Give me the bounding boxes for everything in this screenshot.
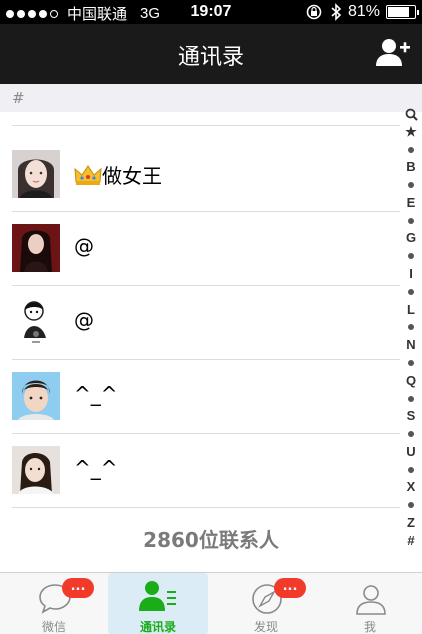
index-letter[interactable]: ★ <box>405 124 417 139</box>
tab-label: 发现 <box>253 620 278 634</box>
list-item[interactable]: @ <box>0 286 400 360</box>
unread-badge: ... <box>62 578 94 598</box>
index-letter[interactable]: Z <box>407 515 415 530</box>
contact-name: @ <box>74 234 94 258</box>
tab-label: 微信 <box>41 620 66 634</box>
list-item[interactable] <box>0 112 400 126</box>
status-bar: 中国联通 3G 19:07 81% <box>0 0 422 24</box>
avatar <box>12 298 60 346</box>
index-dot[interactable] <box>408 431 414 438</box>
tab-chats[interactable]: ... 微信 <box>4 573 104 634</box>
add-contact-icon[interactable] <box>376 38 410 68</box>
index-search-icon[interactable] <box>405 108 418 121</box>
index-letter[interactable]: L <box>407 302 415 317</box>
index-dot[interactable] <box>408 359 414 366</box>
avatar <box>12 150 60 198</box>
tab-bar: ... 微信 通讯录 ... 发现 我 <box>0 572 422 634</box>
index-dot[interactable] <box>408 182 414 189</box>
list-item[interactable]: ^_^ <box>0 360 400 434</box>
index-dot[interactable] <box>408 466 414 473</box>
alphabet-index-bar[interactable]: ★ B E G I L N Q S U X Z # <box>400 108 422 548</box>
battery-percent: 81% <box>347 3 380 20</box>
notification-badge: ... <box>274 578 306 598</box>
tab-label: 我 <box>363 620 376 634</box>
contact-name: ^_^ <box>74 382 118 406</box>
index-letter[interactable]: I <box>409 267 413 281</box>
divider <box>12 507 400 508</box>
index-dot[interactable] <box>408 217 414 224</box>
index-letter[interactable]: E <box>407 195 416 210</box>
contact-list[interactable]: 做女王 @ @ ^_^ ^_^ 2860位联系人 <box>0 112 422 572</box>
contacts-icon <box>139 581 176 611</box>
list-item[interactable]: 做女王 <box>0 138 400 212</box>
index-letter[interactable]: N <box>406 338 415 352</box>
index-letter[interactable]: B <box>406 160 415 174</box>
person-icon <box>356 585 386 615</box>
index-letter[interactable]: X <box>407 480 416 494</box>
avatar <box>12 446 60 494</box>
index-letter[interactable]: Q <box>406 373 416 388</box>
avatar <box>12 224 60 272</box>
contact-name: 做女王 <box>74 160 162 189</box>
avatar <box>12 372 60 420</box>
bluetooth-icon <box>331 3 342 21</box>
tab-me[interactable]: 我 <box>320 573 420 634</box>
index-letter[interactable]: U <box>406 444 415 459</box>
index-dot[interactable] <box>408 502 414 509</box>
index-letter[interactable]: S <box>407 409 416 423</box>
contact-name: ^_^ <box>74 456 118 480</box>
index-dot[interactable] <box>408 288 414 295</box>
tab-discover[interactable]: ... 发现 <box>216 573 316 634</box>
index-dot[interactable] <box>408 146 414 153</box>
battery-icon <box>386 5 419 19</box>
index-dot[interactable] <box>408 324 414 331</box>
contact-name: @ <box>74 308 94 332</box>
list-item[interactable]: ^_^ <box>0 434 400 508</box>
contact-name-text: 做女王 <box>102 164 162 188</box>
tab-contacts[interactable]: 通讯录 <box>108 573 208 634</box>
navigation-header: 通讯录 <box>0 24 422 84</box>
index-dot[interactable] <box>408 253 414 260</box>
index-letter[interactable]: # <box>407 533 414 548</box>
rotation-lock-icon <box>306 4 322 20</box>
list-item[interactable]: @ <box>0 212 400 286</box>
tab-label: 通讯录 <box>139 620 176 634</box>
index-letter[interactable]: G <box>406 231 416 245</box>
index-dot[interactable] <box>408 395 414 402</box>
contact-count: 2860位联系人 <box>143 528 279 552</box>
crown-icon <box>74 165 102 185</box>
page-title: 通讯录 <box>177 45 244 70</box>
divider <box>12 125 400 126</box>
section-header: # <box>0 84 422 112</box>
status-right: 81% <box>306 3 419 21</box>
battery-fill <box>388 7 410 17</box>
